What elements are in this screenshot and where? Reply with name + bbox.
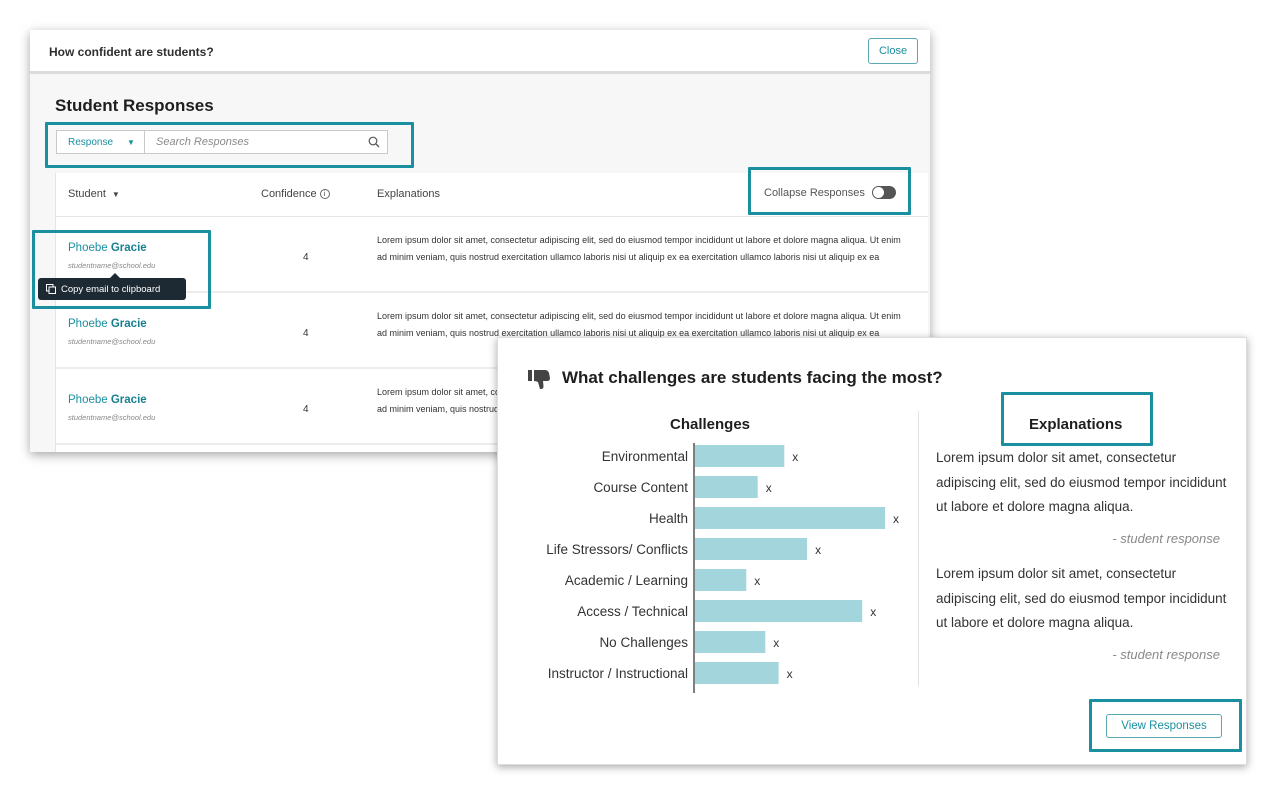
value-label: x [754,574,760,588]
category-label: Instructor / Instructional [548,666,688,681]
info-icon[interactable]: i [319,189,330,199]
thumbs-down-icon [528,368,552,390]
bar [695,538,808,560]
tooltip-text: Copy email to clipboard [61,283,161,295]
column-divider [918,411,919,686]
search-icon[interactable] [361,131,387,153]
category-label: Environmental [602,449,688,464]
student-email[interactable]: studentname@school.edu [68,413,155,422]
search-input[interactable] [145,131,361,153]
student-name[interactable]: Phoebe Gracie [68,242,147,254]
bar [695,507,885,529]
response-filter-select[interactable]: Response ▼ [57,131,145,153]
category-label: Academic / Learning [565,573,688,588]
student-email[interactable]: studentname@school.edu [68,337,155,346]
student-email[interactable]: studentname@school.edu [68,261,155,270]
explanation-text: Lorem ipsum dolor sit amet, consectetur … [377,235,901,262]
collapse-label: Collapse Responses [764,186,865,199]
student-name[interactable]: Phoebe Gracie [68,318,147,330]
value-label: x [766,481,772,495]
bar [695,476,758,498]
panel-title: How confident are students? [49,45,214,59]
value-label: x [787,667,793,681]
search-filter-group: Response ▼ [56,130,388,154]
category-label: Health [649,511,688,526]
caret-down-icon: ▼ [127,137,135,147]
column-header-explanations: Explanations [377,188,440,200]
collapse-toggle[interactable] [871,186,896,199]
category-label: No Challenges [599,635,688,650]
category-label: Course Content [593,480,688,495]
value-label: x [773,636,779,650]
explanations-title: Explanations [1029,416,1123,433]
collapse-responses-control: Collapse Responses [764,186,896,199]
sort-caret-icon: ▼ [111,190,120,199]
column-header-student[interactable]: Student ▼ [68,188,120,200]
bar [695,662,779,684]
confidence-value: 4 [303,328,309,339]
explanation-quote: Lorem ipsum dolor sit amet, consectetur … [936,450,1227,514]
column-header-confidence: Confidence i [261,188,330,200]
explanation-attribution: - student response [1112,647,1220,662]
bar [695,569,747,591]
confidence-value: 4 [303,252,309,263]
table-row: Phoebe Gracie studentname@school.edu 4 L… [56,217,928,293]
confidence-value: 4 [303,404,309,415]
bar [695,631,766,653]
bar [695,445,785,467]
value-label: x [815,543,821,557]
value-label: x [893,512,899,526]
explanation-quote: Lorem ipsum dolor sit amet, consectetur … [936,566,1227,630]
challenges-panel: What challenges are students facing the … [497,337,1247,765]
panel-header: How confident are students? Close [30,30,930,74]
explanation-attribution: - student response [1112,531,1220,546]
bar [695,600,863,622]
response-filter-label: Response [68,136,114,148]
copy-email-tooltip[interactable]: Copy email to clipboard [38,273,186,300]
panel-title: What challenges are students facing the … [562,368,943,387]
category-label: Life Stressors/ Conflicts [546,542,688,557]
value-label: x [870,605,876,619]
view-responses-button[interactable]: View Responses [1106,714,1222,738]
section-title: Student Responses [55,96,214,115]
copy-icon [46,284,56,294]
chart-title: Challenges [670,416,751,433]
challenges-bar-chart: Environmental x Course Content x Health x Life… [546,443,899,693]
value-label: x [792,450,798,464]
category-label: Access / Technical [577,604,688,619]
student-name[interactable]: Phoebe Gracie [68,394,147,406]
close-button[interactable]: Close [868,38,918,64]
